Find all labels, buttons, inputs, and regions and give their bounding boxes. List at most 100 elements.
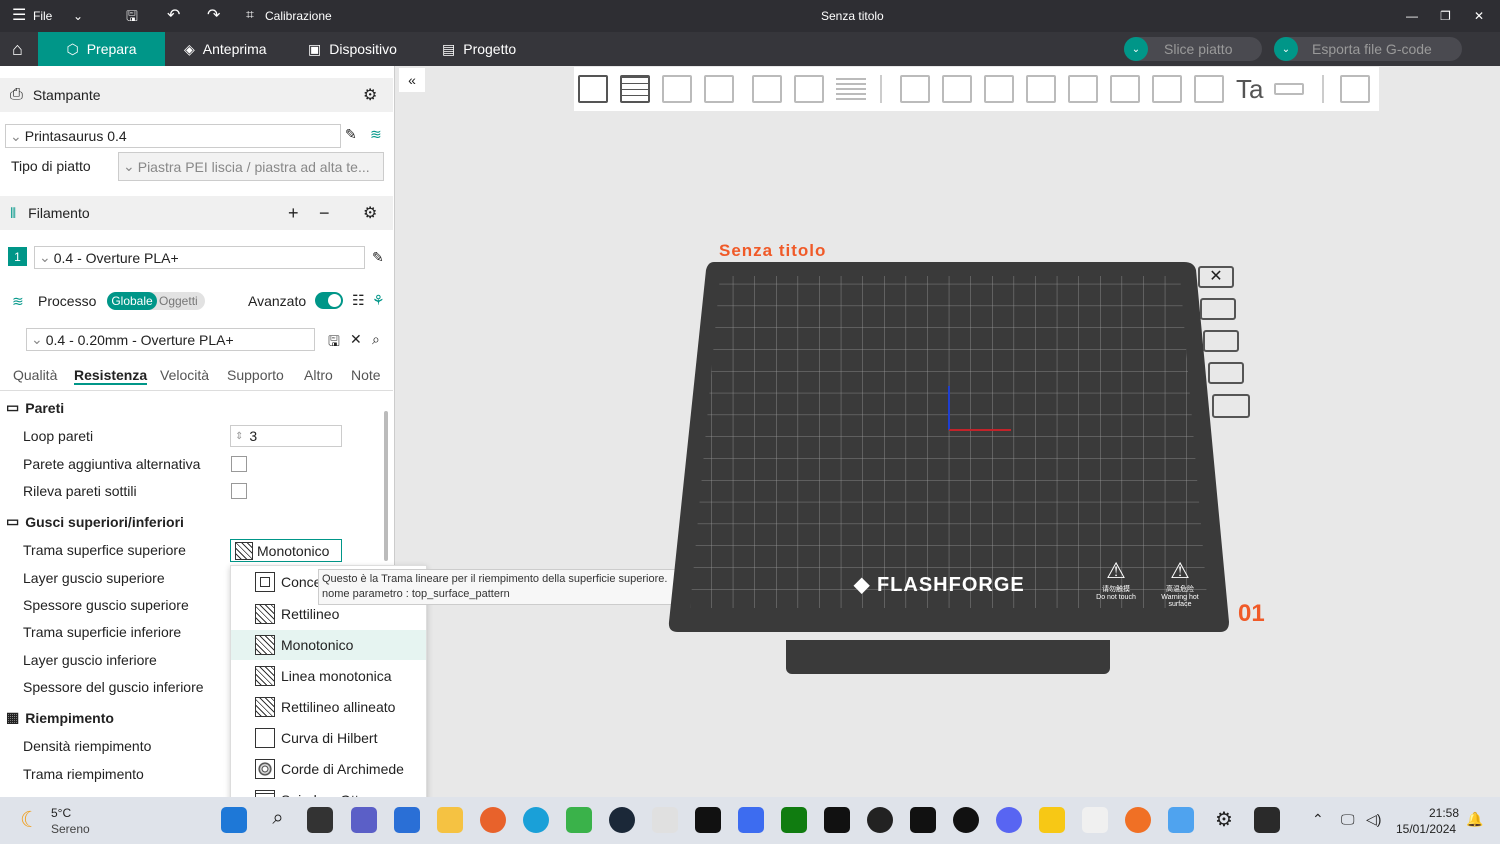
redo-icon[interactable]: ↷ — [207, 5, 220, 25]
chat-icon[interactable] — [351, 807, 377, 833]
firefox-icon[interactable] — [480, 807, 506, 833]
list-item[interactable]: Monotonico — [231, 630, 426, 660]
cut-icon[interactable] — [1068, 75, 1098, 103]
scale-icon[interactable] — [984, 75, 1014, 103]
games-icon[interactable] — [824, 807, 850, 833]
text-icon[interactable]: Ta — [1236, 75, 1266, 103]
xbox-icon[interactable] — [781, 807, 807, 833]
measure-icon[interactable] — [1274, 83, 1304, 95]
edge-icon[interactable] — [523, 807, 549, 833]
global-objects-toggle[interactable]: Globale Oggetti — [107, 292, 205, 310]
settings-icon[interactable]: ⚙ — [1211, 807, 1237, 833]
chevron-down-icon[interactable]: ⌄ — [73, 9, 83, 23]
move-icon[interactable] — [900, 75, 930, 103]
global-option[interactable]: Globale — [107, 292, 157, 310]
minimize-button[interactable]: — — [1406, 9, 1418, 23]
clock-time[interactable]: 21:58 — [1429, 806, 1459, 820]
objects-option[interactable]: Oggetti — [159, 294, 198, 308]
boolean-icon[interactable] — [1110, 75, 1140, 103]
search-icon[interactable]: ⌕ — [372, 331, 380, 348]
file-explorer-icon[interactable] — [437, 807, 463, 833]
assembly-icon[interactable] — [1340, 75, 1370, 103]
network-icon[interactable]: 🖵 — [1341, 811, 1355, 828]
rotate-icon[interactable] — [942, 75, 972, 103]
calibration-menu[interactable]: Calibrazione — [265, 9, 332, 23]
menu-icon[interactable]: ☰ — [12, 5, 26, 25]
list-icon[interactable]: ☷ — [352, 292, 365, 309]
wallpaper-icon[interactable] — [738, 807, 764, 833]
arrange-plate-icon[interactable] — [1203, 330, 1239, 352]
widgets-icon[interactable] — [394, 807, 420, 833]
seam-paint-icon[interactable] — [1194, 75, 1224, 103]
remove-icon[interactable]: − — [319, 203, 330, 224]
filament-select[interactable]: ⌄ 0.4 - Overture PLA+ — [34, 246, 365, 269]
start-icon[interactable] — [221, 807, 247, 833]
chevron-down-icon[interactable]: ⌄ — [1124, 37, 1148, 61]
plate-type-select[interactable]: ⌄ Piastra PEI liscia / piastra ad alta te… — [118, 152, 384, 181]
search-icon[interactable]: ⌕ — [265, 807, 291, 833]
close-button[interactable]: ✕ — [1474, 9, 1484, 23]
orca-slicer-icon[interactable] — [1254, 807, 1280, 833]
calibration-icon[interactable]: ⌗ — [246, 6, 254, 23]
list-item[interactable]: Rettilineo allineato — [231, 692, 426, 722]
thin-walls-checkbox[interactable] — [231, 483, 247, 499]
tab-preview[interactable]: ◈ Anteprima — [172, 32, 279, 66]
list-item[interactable]: Linea monotonica — [231, 661, 426, 691]
undo-icon[interactable]: ↶ — [167, 5, 180, 25]
compare-icon[interactable]: ⚘ — [372, 292, 385, 309]
add-object-icon[interactable] — [578, 75, 608, 103]
close-icon[interactable]: ✕ — [350, 331, 362, 348]
clock-date[interactable]: 15/01/2024 — [1396, 822, 1456, 836]
tab-project[interactable]: ▤ Progetto — [430, 32, 528, 66]
lock-icon[interactable] — [1208, 362, 1244, 384]
close-icon[interactable]: ✕ — [1198, 266, 1234, 288]
preview-eye-icon[interactable] — [1212, 394, 1250, 418]
lay-on-face-icon[interactable] — [1026, 75, 1056, 103]
slice-plate-button[interactable]: ⌄ Slice piatto — [1124, 37, 1262, 61]
file-menu[interactable]: File — [33, 9, 52, 23]
printer-select[interactable]: ⌄ Printasaurus 0.4 — [5, 124, 341, 148]
scrollbar[interactable] — [384, 411, 388, 561]
bluestacks-icon[interactable] — [566, 807, 592, 833]
layers-icon[interactable] — [836, 75, 866, 103]
tab-other[interactable]: Altro — [304, 367, 333, 383]
ubisoft-icon[interactable] — [953, 807, 979, 833]
save-icon[interactable]: 🖫 — [328, 331, 340, 355]
volume-icon[interactable]: ◁) — [1366, 811, 1381, 828]
notification-icon[interactable]: 🔔 — [1466, 811, 1483, 828]
support-paint-icon[interactable] — [1152, 75, 1182, 103]
discord-icon[interactable] — [996, 807, 1022, 833]
tab-quality[interactable]: Qualità — [13, 367, 57, 383]
restore-button[interactable]: ❐ — [1440, 9, 1451, 23]
edit-icon[interactable]: ✎ — [345, 126, 357, 143]
alt-wall-checkbox[interactable] — [231, 456, 247, 472]
list-item[interactable]: Curva di Hilbert — [231, 723, 426, 753]
collapse-panel-icon[interactable]: « — [399, 68, 425, 92]
plate-settings-icon[interactable] — [1200, 298, 1236, 320]
list-item[interactable]: Corde di Archimede — [231, 754, 426, 784]
wall-loops-stepper[interactable]: ⇕ 3 — [230, 425, 342, 447]
origin-icon[interactable] — [1125, 807, 1151, 833]
tab-notes[interactable]: Note — [351, 367, 381, 383]
chevron-up-icon[interactable]: ⌃ — [1312, 811, 1324, 828]
gear-icon[interactable]: ⚙ — [363, 203, 377, 223]
save-icon[interactable]: 🖫 — [126, 6, 138, 30]
rail-icon[interactable] — [652, 807, 678, 833]
tab-support[interactable]: Supporto — [227, 367, 284, 383]
add-icon[interactable]: + — [288, 203, 299, 224]
advanced-toggle[interactable] — [315, 292, 343, 309]
wifi-icon[interactable]: ≋ — [370, 126, 382, 143]
task-view-icon[interactable] — [307, 807, 333, 833]
orient-icon[interactable] — [662, 75, 692, 103]
creator-icon[interactable] — [1082, 807, 1108, 833]
tab-speed[interactable]: Velocità — [160, 367, 209, 383]
export-gcode-button[interactable]: ⌄ Esporta file G-code — [1274, 37, 1462, 61]
rockstar-icon[interactable] — [1039, 807, 1065, 833]
home-icon[interactable]: ⌂ — [0, 32, 38, 66]
arrange-icon[interactable] — [704, 75, 734, 103]
split-objects-icon[interactable] — [752, 75, 782, 103]
epic-games-icon[interactable] — [695, 807, 721, 833]
tab-prepare[interactable]: ⬡ Prepara — [38, 32, 165, 66]
split-parts-icon[interactable] — [794, 75, 824, 103]
app-icon[interactable] — [910, 807, 936, 833]
